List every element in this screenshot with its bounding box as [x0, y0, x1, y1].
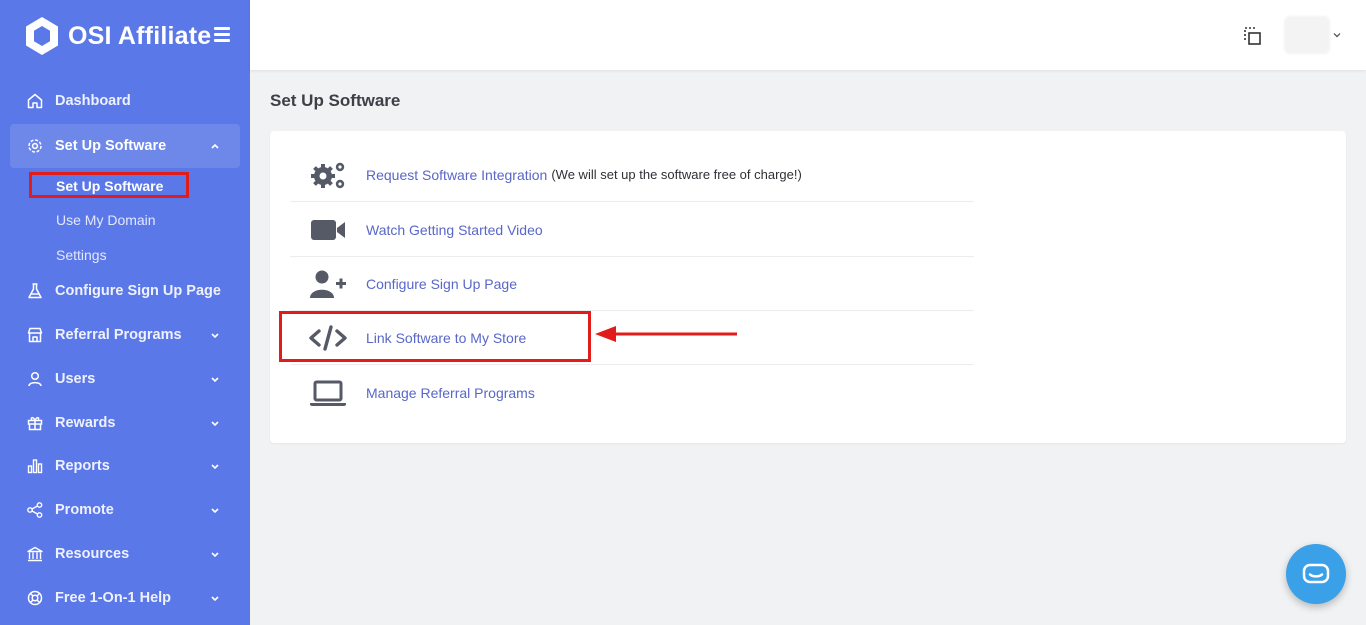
- gift-icon: [26, 414, 44, 432]
- sidebar-item-users[interactable]: Users: [10, 357, 240, 401]
- request-integration-link[interactable]: Request Software Integration: [366, 167, 547, 183]
- logo-hexagon-icon: [26, 17, 58, 55]
- brand[interactable]: OSI Affiliate: [0, 0, 250, 72]
- user-icon: [26, 370, 44, 388]
- sidebar-item-label: Resources: [55, 546, 130, 562]
- watch-video-link[interactable]: Watch Getting Started Video: [366, 222, 543, 238]
- sidebar-subitem-settings[interactable]: Settings: [56, 247, 107, 263]
- share-icon: [26, 501, 44, 519]
- avatar[interactable]: [1284, 16, 1330, 54]
- top-header: [250, 0, 1366, 70]
- sidebar-item-label: Set Up Software: [55, 138, 167, 154]
- user-plus-icon: [308, 268, 348, 300]
- bar-chart-icon: [26, 457, 44, 475]
- gear-icon: [26, 137, 44, 155]
- sidebar-subitem-use-my-domain[interactable]: Use My Domain: [56, 212, 156, 228]
- hamburger-menu-icon[interactable]: [214, 27, 230, 42]
- chat-widget-button[interactable]: [1286, 544, 1346, 604]
- sidebar-item-promote[interactable]: Promote: [10, 488, 240, 532]
- sidebar-item-resources[interactable]: Resources: [10, 532, 240, 576]
- sidebar-item-label: Free 1-On-1 Help: [55, 590, 172, 606]
- store-icon: [26, 326, 44, 344]
- sidebar-item-reports[interactable]: Reports: [10, 444, 240, 488]
- lifebuoy-icon: [26, 589, 44, 607]
- chevron-down-icon: [211, 552, 219, 558]
- request-integration-note: (We will set up the software free of cha…: [551, 167, 802, 182]
- list-item-request-integration: Request Software Integration (We will se…: [290, 148, 974, 202]
- flask-icon: [26, 282, 44, 300]
- list-item-watch-video: Watch Getting Started Video: [290, 203, 974, 257]
- chevron-down-icon: [211, 377, 219, 383]
- bank-icon: [26, 545, 44, 563]
- chat-bubble-icon: [1302, 563, 1330, 584]
- chevron-down-icon: [211, 421, 219, 427]
- sidebar-item-label: Rewards: [55, 415, 116, 431]
- sidebar-item-label: Reports: [55, 458, 110, 474]
- switch-account-icon[interactable]: [1243, 26, 1263, 46]
- annotation-arrow: [595, 326, 737, 342]
- brand-name: OSI Affiliate: [68, 21, 212, 50]
- sidebar-item-set-up-software[interactable]: Set Up Software: [10, 124, 240, 168]
- chevron-down-icon: [211, 508, 219, 514]
- laptop-icon: [308, 377, 348, 409]
- sidebar-item-configure-sign-up-page[interactable]: Configure Sign Up Page: [10, 269, 240, 313]
- sidebar-subitem-set-up-software[interactable]: Set Up Software: [56, 178, 163, 194]
- sidebar: OSI Affiliate Dashboard Set Up Software …: [0, 0, 250, 625]
- sidebar-item-label: Referral Programs: [55, 327, 182, 343]
- sidebar-item-rewards[interactable]: Rewards: [10, 401, 240, 445]
- setup-card: Request Software Integration (We will se…: [270, 131, 1346, 443]
- sidebar-item-dashboard[interactable]: Dashboard: [10, 79, 240, 123]
- home-icon: [26, 92, 44, 110]
- code-icon: [308, 322, 348, 354]
- page-title: Set Up Software: [270, 91, 401, 110]
- sidebar-item-label: Promote: [55, 502, 114, 518]
- chevron-down-icon: [211, 464, 219, 470]
- sidebar-item-referral-programs[interactable]: Referral Programs: [10, 313, 240, 357]
- list-item-configure-signup: Configure Sign Up Page: [290, 257, 974, 311]
- chevron-up-icon: [211, 143, 219, 149]
- chevron-down-icon[interactable]: [1333, 31, 1341, 39]
- link-software-link[interactable]: Link Software to My Store: [366, 330, 526, 346]
- chevron-down-icon: [211, 596, 219, 602]
- gears-icon: [308, 159, 348, 191]
- manage-programs-link[interactable]: Manage Referral Programs: [366, 385, 535, 401]
- sidebar-item-label: Users: [55, 371, 96, 387]
- sidebar-item-free-help[interactable]: Free 1-On-1 Help: [10, 576, 240, 620]
- sidebar-item-label: Dashboard: [55, 93, 131, 109]
- chevron-down-icon: [211, 333, 219, 339]
- sidebar-item-label: Configure Sign Up Page: [55, 283, 221, 299]
- video-camera-icon: [308, 214, 348, 246]
- configure-signup-link[interactable]: Configure Sign Up Page: [366, 276, 517, 292]
- list-item-manage-programs: Manage Referral Programs: [290, 366, 974, 420]
